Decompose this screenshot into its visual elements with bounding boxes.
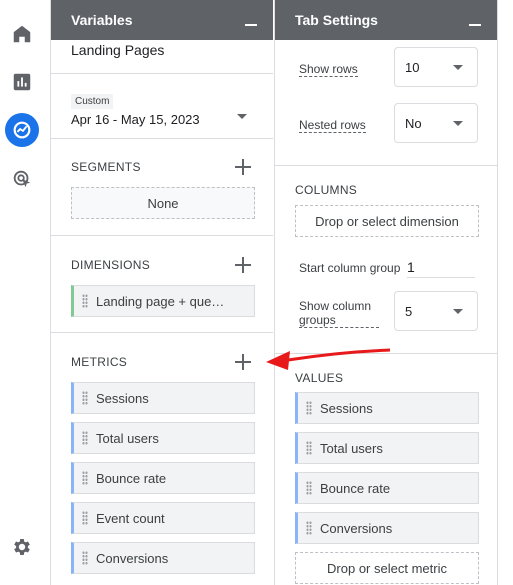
- columns-section: COLUMNS Drop or select dimension Start c…: [275, 165, 497, 353]
- tab-settings-title: Tab Settings: [295, 12, 378, 28]
- variables-header: Variables: [51, 0, 273, 40]
- metric-chip[interactable]: Event count: [71, 502, 255, 534]
- value-label: Total users: [320, 440, 383, 456]
- reports-icon[interactable]: [5, 65, 39, 99]
- metric-chip[interactable]: Sessions: [71, 382, 255, 414]
- segment-value: None: [147, 195, 179, 211]
- add-segment-icon[interactable]: [235, 159, 251, 175]
- value-chip[interactable]: Total users: [295, 432, 479, 464]
- home-icon[interactable]: [5, 17, 39, 51]
- drag-handle-icon[interactable]: [306, 401, 312, 415]
- drag-handle-icon[interactable]: [306, 521, 312, 535]
- nested-rows-select[interactable]: No: [394, 103, 478, 143]
- nested-rows-label: Nested rows: [299, 118, 366, 133]
- date-range-section[interactable]: Custom Apr 16 - May 15, 2023: [51, 73, 273, 138]
- chevron-down-icon[interactable]: [237, 114, 247, 119]
- variables-title: Variables: [71, 12, 133, 28]
- drag-handle-icon[interactable]: [82, 294, 88, 308]
- dimension-chip[interactable]: Landing page + que…: [71, 285, 255, 317]
- drag-handle-icon[interactable]: [82, 391, 88, 405]
- column-dimension-dropzone[interactable]: Drop or select dimension: [295, 205, 479, 237]
- tab-settings-panel: Tab Settings Show rows 10 Nested rows No…: [274, 0, 498, 585]
- segment-dropzone[interactable]: None: [71, 187, 255, 219]
- metric-label: Bounce rate: [96, 470, 167, 486]
- show-column-groups-select[interactable]: 5: [394, 291, 478, 331]
- segments-section: SEGMENTS None: [51, 138, 273, 235]
- columns-title: COLUMNS: [295, 183, 358, 197]
- start-column-group-label: Start column group: [299, 261, 401, 275]
- metric-label: Total users: [96, 430, 159, 446]
- dimension-label: Landing page + que…: [96, 293, 225, 309]
- columns-placeholder: Drop or select dimension: [315, 213, 459, 229]
- date-range: Apr 16 - May 15, 2023: [71, 112, 200, 127]
- variables-panel: Variables Landing Pages Custom Apr 16 - …: [50, 0, 273, 585]
- metric-chip[interactable]: Conversions: [71, 542, 255, 574]
- metric-label: Conversions: [96, 550, 169, 566]
- nested-rows-value: No: [405, 115, 422, 131]
- drag-handle-icon[interactable]: [82, 551, 88, 565]
- start-column-group-input[interactable]: 1: [407, 259, 475, 278]
- minimize-icon[interactable]: [469, 13, 483, 27]
- metrics-title: METRICS: [71, 355, 128, 369]
- drag-handle-icon[interactable]: [82, 511, 88, 525]
- show-column-groups-label: Show column groups: [299, 299, 379, 328]
- show-rows-label: Show rows: [299, 62, 358, 77]
- chevron-down-icon: [453, 65, 463, 70]
- chevron-down-icon: [453, 121, 463, 126]
- value-metric-dropzone[interactable]: Drop or select metric: [295, 552, 479, 584]
- values-placeholder: Drop or select metric: [327, 560, 447, 576]
- drag-handle-icon[interactable]: [82, 431, 88, 445]
- add-metric-icon[interactable]: [235, 354, 251, 370]
- show-column-groups-value: 5: [405, 303, 413, 319]
- advertising-icon[interactable]: [5, 162, 39, 196]
- metric-chip[interactable]: Total users: [71, 422, 255, 454]
- metrics-section: METRICS Sessions Total users Bounce rate…: [51, 332, 273, 585]
- values-section: VALUES Sessions Total users Bounce rate …: [275, 353, 497, 585]
- add-dimension-icon[interactable]: [235, 257, 251, 273]
- nav-rail: [0, 0, 45, 585]
- annotation-arrow-icon: [266, 348, 391, 370]
- chevron-down-icon: [453, 309, 463, 314]
- value-label: Bounce rate: [320, 480, 391, 496]
- date-tag: Custom: [71, 94, 114, 109]
- value-chip[interactable]: Sessions: [295, 392, 479, 424]
- drag-handle-icon[interactable]: [306, 481, 312, 495]
- metric-label: Event count: [96, 510, 165, 526]
- report-name[interactable]: Landing Pages: [71, 42, 164, 58]
- metric-chip[interactable]: Bounce rate: [71, 462, 255, 494]
- value-chip[interactable]: Bounce rate: [295, 472, 479, 504]
- show-rows-select[interactable]: 10: [394, 47, 478, 87]
- dimensions-title: DIMENSIONS: [71, 258, 151, 272]
- value-chip[interactable]: Conversions: [295, 512, 479, 544]
- drag-handle-icon[interactable]: [82, 471, 88, 485]
- tab-settings-header: Tab Settings: [275, 0, 497, 40]
- settings-icon[interactable]: [5, 530, 39, 564]
- segments-title: SEGMENTS: [71, 160, 141, 174]
- value-label: Conversions: [320, 520, 393, 536]
- metric-label: Sessions: [96, 390, 149, 406]
- explore-icon[interactable]: [5, 113, 39, 147]
- dimensions-section: DIMENSIONS Landing page + que…: [51, 235, 273, 332]
- minimize-icon[interactable]: [245, 13, 259, 27]
- drag-handle-icon[interactable]: [306, 441, 312, 455]
- show-rows-value: 10: [405, 59, 420, 75]
- value-label: Sessions: [320, 400, 373, 416]
